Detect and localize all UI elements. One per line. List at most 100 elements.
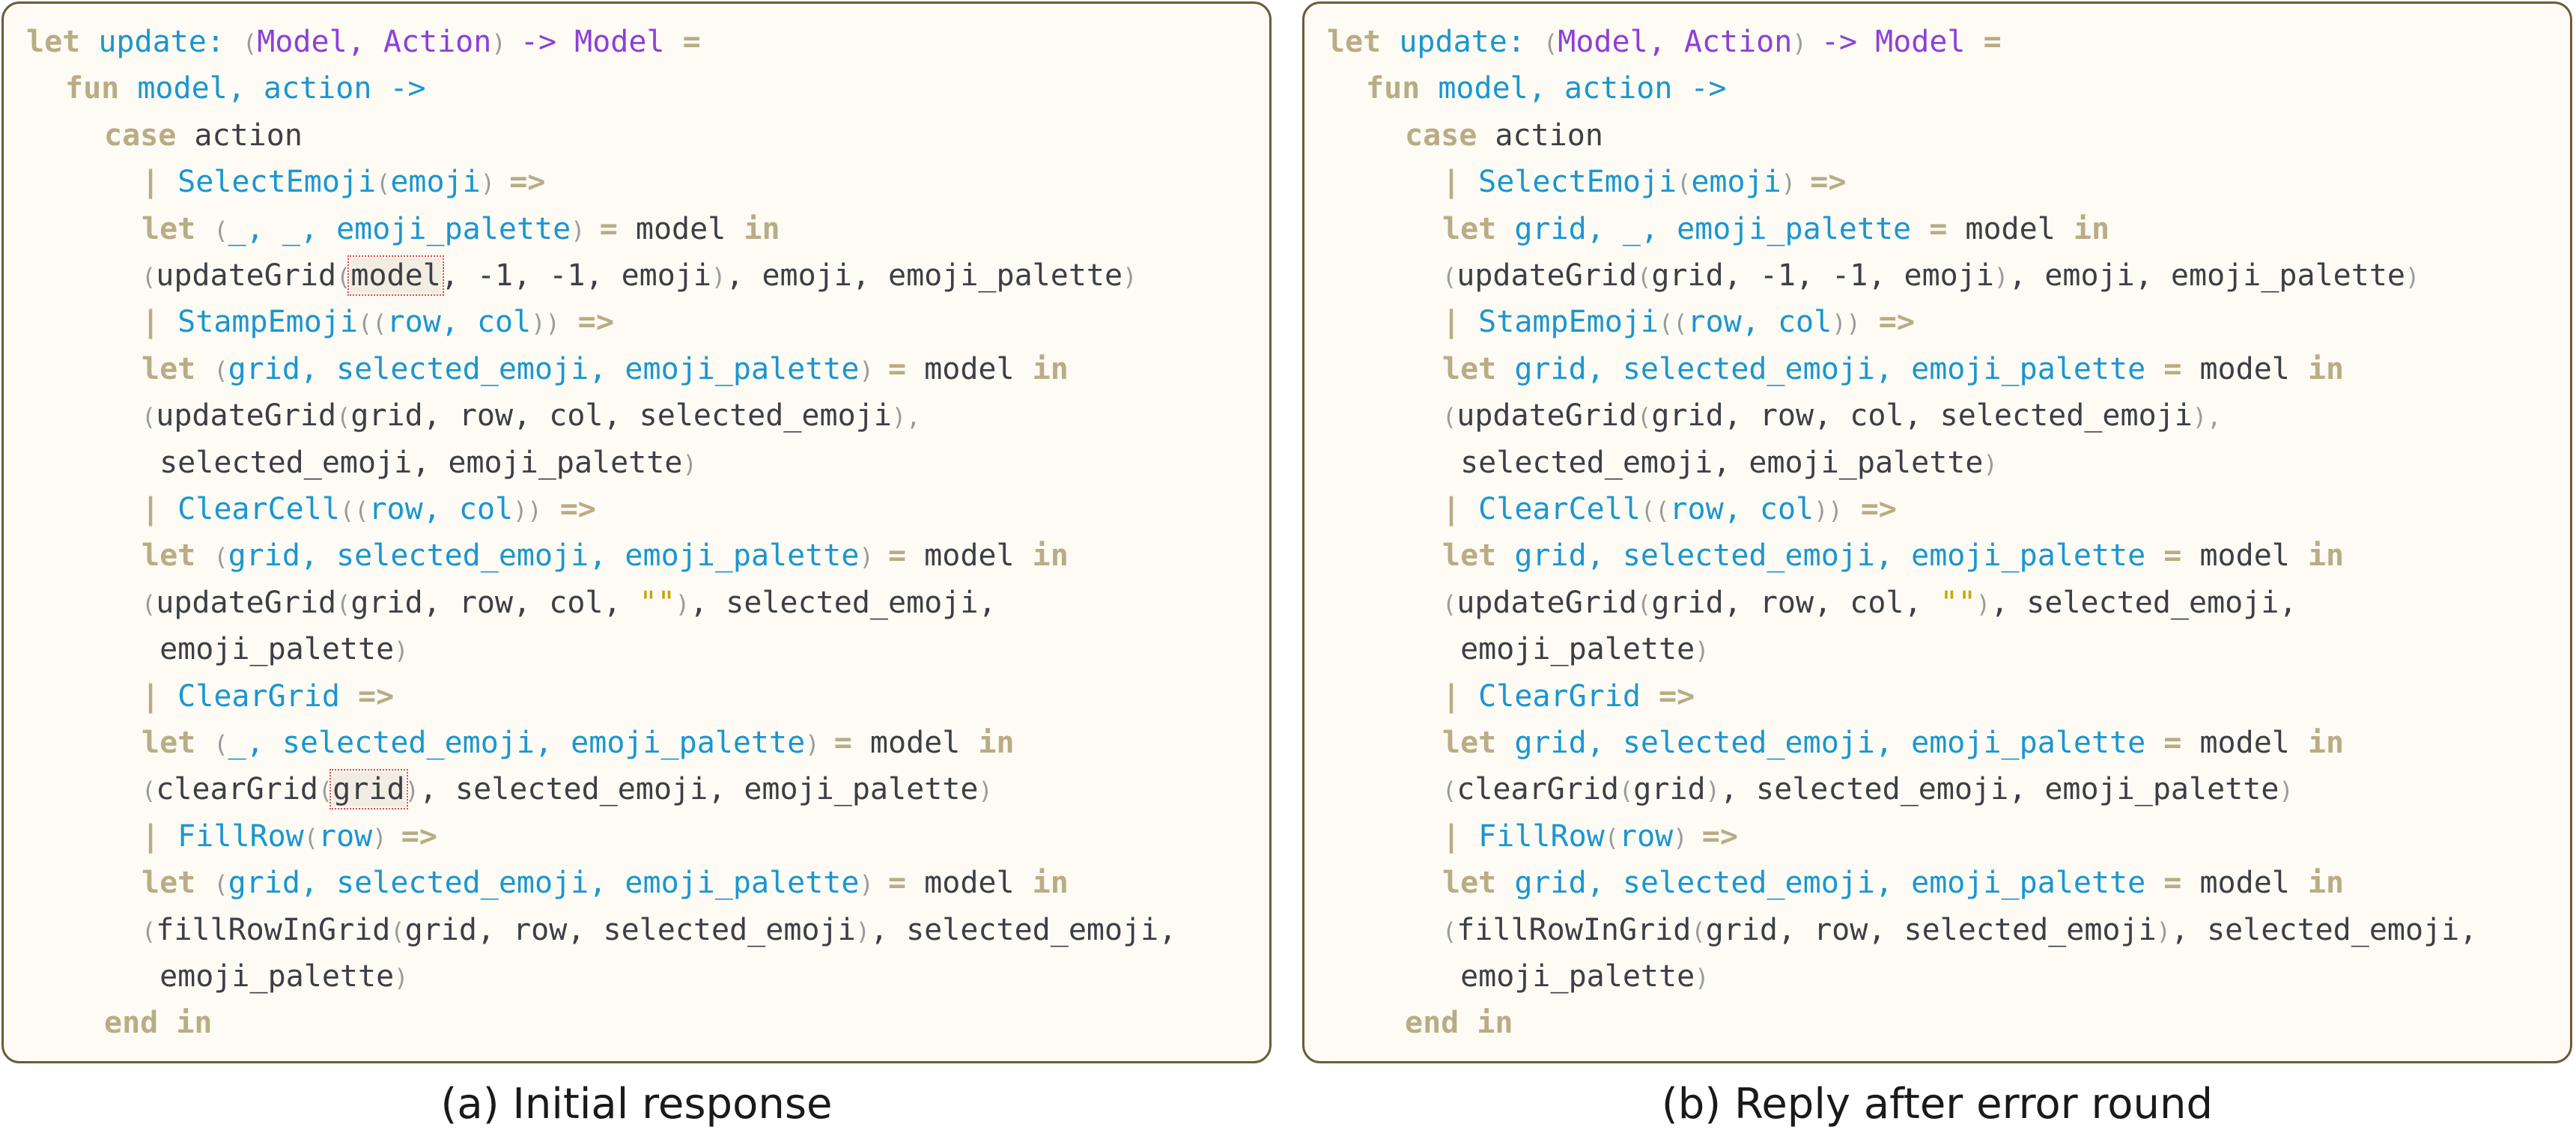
code-token: ( <box>1442 263 1457 291</box>
code-token: case <box>104 118 195 153</box>
code-line: emoji_palette) <box>142 953 408 1000</box>
code-panel-initial: let update: (Model, Action) -> Model = fu… <box>1 1 1272 1063</box>
code-token: ) <box>978 777 993 806</box>
code-line: let update: (Model, Action) -> Model = <box>26 19 701 65</box>
code-token: model <box>924 866 1033 901</box>
code-token: ( <box>213 730 228 759</box>
code-token: = <box>1983 25 2002 59</box>
code-token: in <box>2307 866 2345 901</box>
code-token: ( <box>336 589 351 619</box>
code-token: grid, row, selected_emoji <box>404 912 856 947</box>
code-token: Model, Action <box>1558 25 1793 59</box>
code-token: ) <box>372 823 401 852</box>
code-token: | <box>142 678 178 714</box>
code-line: let grid, selected_emoji, emoji_palette … <box>1442 860 2344 906</box>
code-token: grid, selected_emoji, emoji_palette <box>1514 866 2164 901</box>
code-token: ( <box>142 403 157 432</box>
code-token: | <box>142 492 178 526</box>
code-token: | <box>142 818 178 854</box>
code-token: grid, row, col, selected_emoji <box>350 398 892 434</box>
code-token: ClearCell <box>177 492 340 526</box>
code-token: in <box>1032 866 1069 901</box>
code-token: ( <box>1619 777 1634 806</box>
code-token: fun <box>65 71 138 106</box>
code-token: row, col <box>386 305 532 340</box>
code-token: ( <box>303 823 319 852</box>
code-line: (updateGrid(grid, row, col, selected_emo… <box>142 392 920 439</box>
code-token: let <box>26 25 99 59</box>
code-line: let (_, _, emoji_palette) = model in <box>142 206 780 252</box>
code-token: grid, selected_emoji, emoji_palette <box>228 538 860 574</box>
code-line: end in <box>1405 1000 1513 1046</box>
code-line: | SelectEmoji(emoji) => <box>142 159 545 205</box>
code-token: fun <box>1366 71 1439 106</box>
code-token: = <box>2163 866 2200 901</box>
code-token: ) <box>2156 917 2171 946</box>
code-token: = <box>599 211 636 246</box>
code-token: updateGrid <box>156 398 337 434</box>
code-token: updateGrid <box>1456 398 1638 434</box>
code-line: end in <box>104 1000 213 1046</box>
code-token: , selected_emoji, <box>2170 912 2478 947</box>
code-token: ( <box>213 356 228 385</box>
code-token: = <box>2163 351 2200 386</box>
code-line: | StampEmoji((row, col)) => <box>142 299 614 345</box>
code-line: let (grid, selected_emoji, emoji_palette… <box>142 860 1069 906</box>
code-line: (fillRowInGrid(grid, row, selected_emoji… <box>1442 907 2477 953</box>
code-token: ( <box>1677 169 1692 198</box>
code-token: ( <box>1442 917 1457 946</box>
code-token: model <box>635 211 744 246</box>
code-token: ) <box>1993 263 2009 291</box>
code-token: => <box>509 165 546 200</box>
code-panel-reply: let update: ( Model, Action) -> Model = fu… <box>1302 1 2572 1063</box>
code-token: ) <box>805 730 834 759</box>
code-line: | StampEmoji((row, col)) => <box>1442 299 1915 345</box>
code-token: let <box>1442 866 1515 901</box>
code-line: fun model, action -> <box>65 65 426 112</box>
code-token: | <box>1442 492 1479 526</box>
code-token: model <box>924 538 1033 574</box>
code-line: (updateGrid(grid, row, col, ""), selecte… <box>1442 580 2297 626</box>
code-token: "" <box>639 585 675 620</box>
code-token: ), <box>891 403 921 432</box>
code-token: in <box>744 211 780 246</box>
code-token: StampEmoji <box>1478 305 1659 340</box>
code-token: model <box>2199 351 2308 386</box>
code-token: let <box>142 726 214 760</box>
code-token: clearGrid <box>1456 772 1620 807</box>
code-token: ( <box>1637 403 1652 432</box>
code-token: grid, row, col, selected_emoji <box>1651 398 2193 434</box>
code-token: => <box>358 678 395 714</box>
code-line: | ClearGrid => <box>1442 673 1695 720</box>
code-token: emoji_palette <box>142 959 395 994</box>
code-token: let <box>142 351 214 386</box>
code-token: emoji_palette <box>142 632 395 667</box>
code-token: ) <box>859 356 888 385</box>
code-line: | ClearCell((row, col)) => <box>1442 486 1897 532</box>
code-token: )) <box>513 496 542 525</box>
code-token: ClearGrid <box>1478 678 1659 714</box>
code-token: = <box>682 25 701 59</box>
code-token: updateGrid <box>156 258 337 293</box>
code-token: , emoji, emoji_palette <box>726 258 1123 293</box>
code-line: (clearGrid(grid), selected_emoji, emoji_… <box>142 766 993 813</box>
code-token: = <box>1929 211 1966 246</box>
code-token: grid, selected_emoji, emoji_palette <box>1514 351 2164 386</box>
code-token: update: <box>1399 25 1543 59</box>
code-token: -> Model <box>1820 25 1984 59</box>
code-line: | ClearGrid => <box>142 673 394 720</box>
code-line: let grid, _, emoji_palette = model in <box>1442 206 2109 252</box>
code-token: grid, _, emoji_palette <box>1514 211 1930 246</box>
code-token: ) <box>859 543 888 572</box>
code-token: model <box>2199 866 2308 901</box>
code-line: fun model, action -> <box>1366 65 1727 112</box>
code-token: => <box>1842 492 1897 526</box>
code-token: => <box>541 492 596 526</box>
code-token: = <box>888 866 925 901</box>
code-line: let (_, selected_emoji, emoji_palette) =… <box>142 720 1015 766</box>
code-token: case <box>1405 118 1495 153</box>
code-token: emoji_palette <box>1442 959 1695 994</box>
code-line: case action <box>1405 112 1603 159</box>
code-token: , selected_emoji, emoji_palette <box>419 772 979 807</box>
code-token: ) <box>1123 263 1137 291</box>
